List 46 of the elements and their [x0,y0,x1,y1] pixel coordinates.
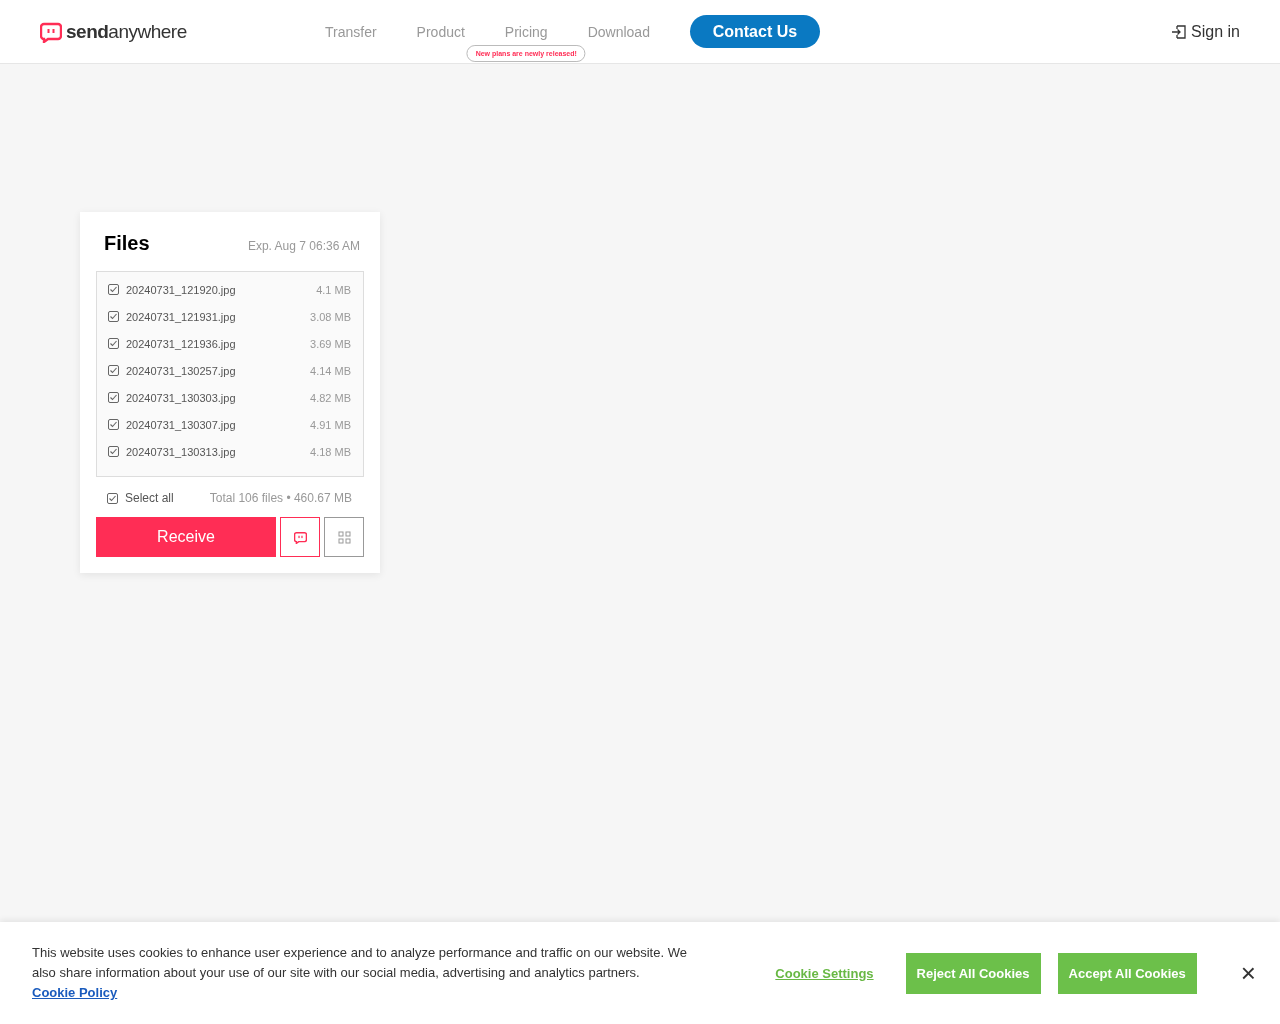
file-name: 20240731_121931.jpg [126,310,237,323]
file-size: 3.08 MB [310,310,351,323]
file-name: 20240731_121936.jpg [126,337,237,350]
contact-button[interactable]: Contact Us [689,15,820,48]
cookie-policy-link[interactable]: Cookie Policy [32,985,118,1000]
file-size: 4.18 MB [310,445,351,458]
sign-in-link[interactable]: Sign in [1191,22,1240,41]
file-size: 4.91 MB [310,418,351,431]
cookie-text: This website uses cookies to enhance user experience and to analyze performance and traffic on our website. We also share information about your use of our site with our social media, advertising and analytics partners. Cookie Policy [32,944,688,1002]
file-name: 20240731_130313.jpg [126,445,237,458]
nav-link[interactable]: Pricing [504,23,548,40]
checkbox[interactable] [108,365,119,376]
file-name: 20240731_130307.jpg [126,418,237,431]
accept-button[interactable]: Accept All Cookies [1057,952,1197,994]
checkbox[interactable] [108,311,119,322]
file-size: 4.82 MB [310,391,351,404]
sign-in-icon [1171,23,1188,40]
select-all-label: Select all [125,491,175,505]
nav-link[interactable]: Download [587,23,650,40]
app-button[interactable] [280,517,320,557]
checkbox[interactable] [107,492,118,504]
qr-button[interactable] [324,517,364,557]
close-button[interactable]: × [1236,957,1260,989]
file-name: 20240731_121920.jpg [126,283,237,296]
chat-face-icon [293,530,307,544]
nav-link[interactable]: Product [416,23,465,40]
nav-link[interactable]: Transfer [325,23,377,40]
checkbox[interactable] [108,284,119,295]
card-title: Files [104,232,150,255]
file-size: 3.69 MB [310,337,351,350]
logo-wordmark[interactable]: sendanywhere [66,20,187,43]
receive-button[interactable]: Receive [96,517,276,557]
cookie-settings-link[interactable]: Cookie Settings [775,965,874,981]
reject-button[interactable]: Reject All Cookies [905,952,1041,994]
file-name: 20240731_130257.jpg [126,364,237,377]
checkbox[interactable] [108,392,119,403]
qr-code-icon [337,530,351,544]
file-size: 4.14 MB [310,364,351,377]
checkbox[interactable] [108,419,119,430]
file-size: 4.1 MB [316,283,351,296]
total-text: Total 106 files • 460.67 MB [209,491,352,505]
logo-icon [40,20,62,43]
checkbox[interactable] [108,338,119,349]
expiry-text: Exp. Aug 7 06:36 AM [247,239,360,253]
file-name: 20240731_130303.jpg [126,391,237,404]
checkbox[interactable] [108,446,119,457]
